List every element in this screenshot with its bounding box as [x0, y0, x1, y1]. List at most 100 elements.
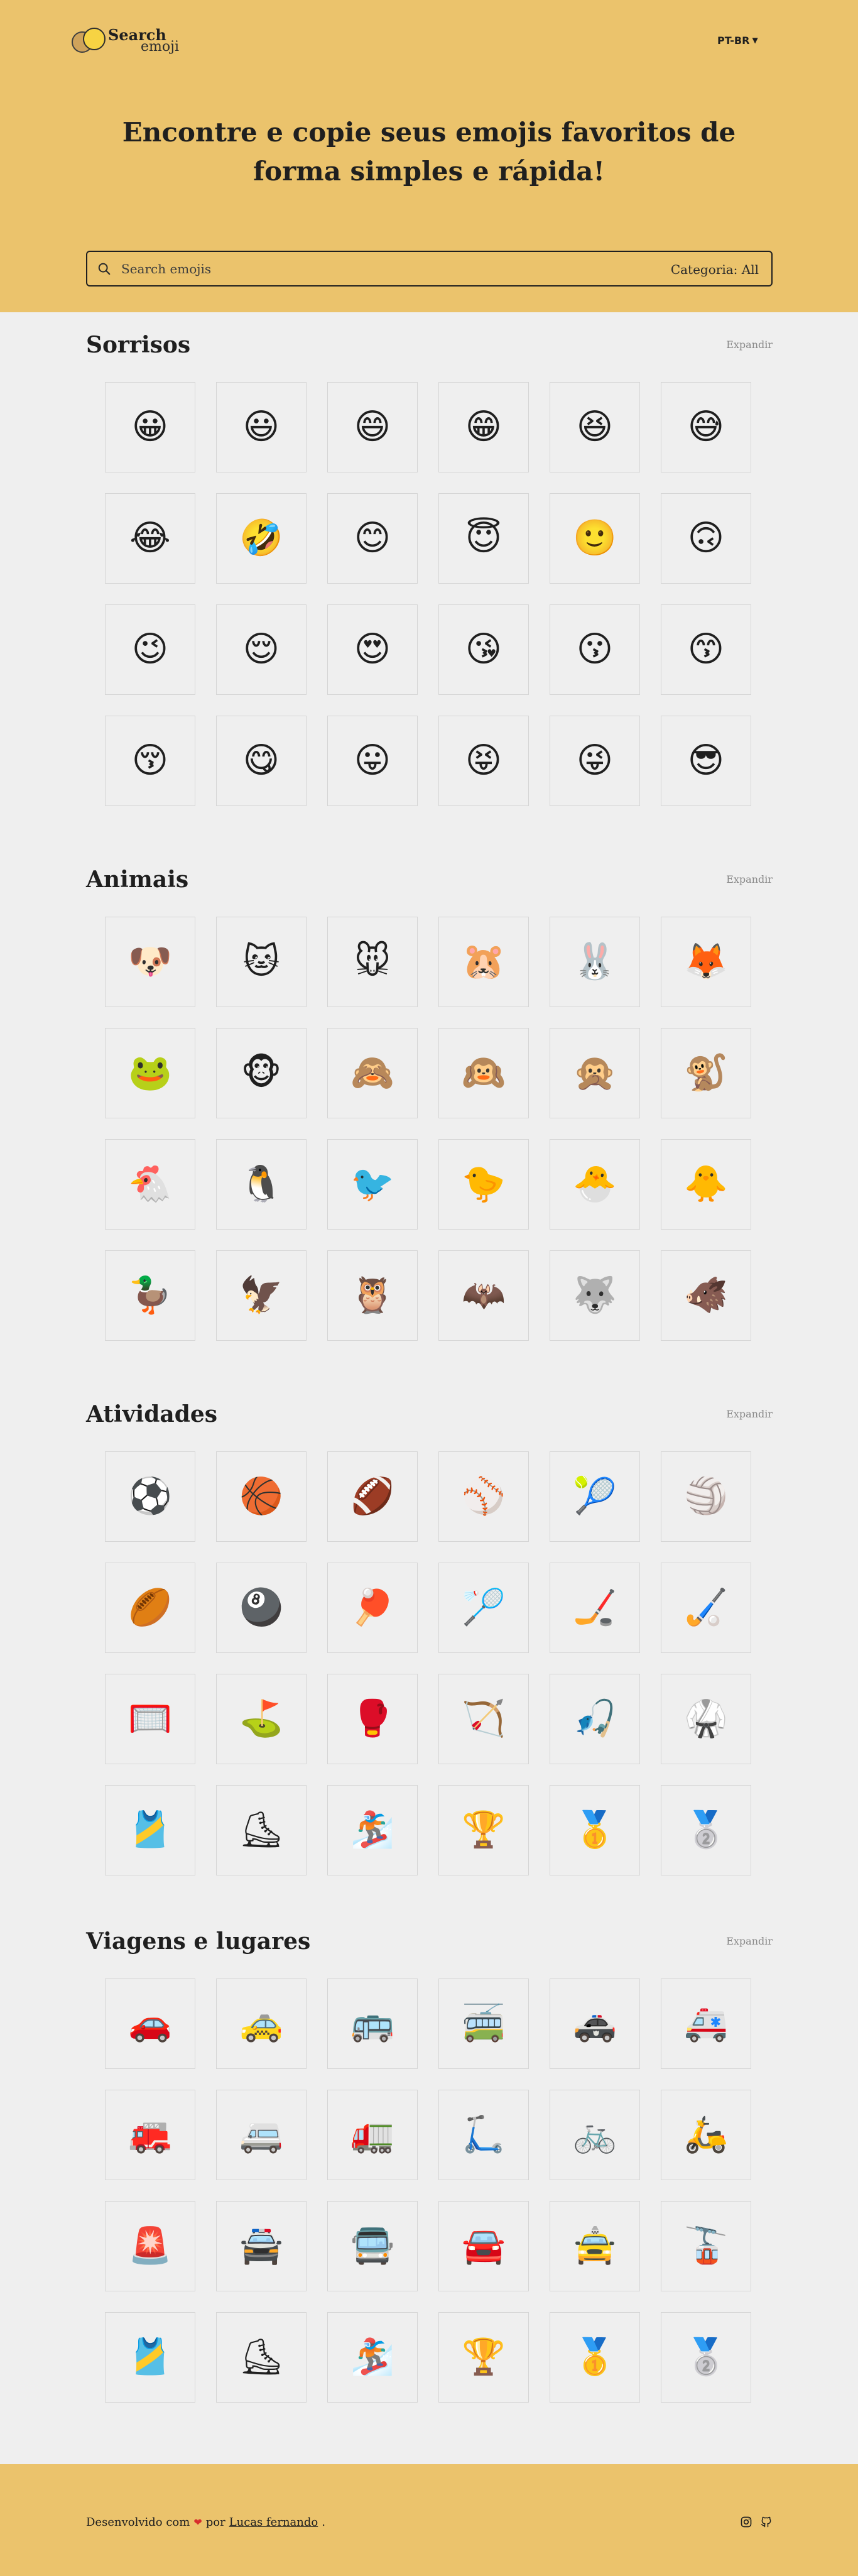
emoji-tile[interactable]: 🥈	[661, 1785, 751, 1875]
emoji-tile[interactable]: 🐱	[216, 917, 307, 1007]
search-input[interactable]	[121, 258, 498, 280]
emoji-tile[interactable]: 🐰	[550, 917, 640, 1007]
emoji-tile[interactable]: 😍	[327, 604, 418, 695]
emoji-tile[interactable]: 🐦	[327, 1139, 418, 1230]
emoji-tile[interactable]: 🎾	[550, 1451, 640, 1542]
emoji-tile[interactable]: 🏹	[438, 1674, 529, 1764]
emoji-tile[interactable]: 😙	[661, 604, 751, 695]
emoji-tile[interactable]: 🏂	[327, 1785, 418, 1875]
emoji-tile[interactable]: 🐭	[327, 917, 418, 1007]
github-icon[interactable]	[760, 2516, 773, 2528]
emoji-tile[interactable]: 🚗	[105, 1978, 195, 2069]
emoji-tile[interactable]: 🏀	[216, 1451, 307, 1542]
emoji-tile[interactable]: 🚕	[216, 1978, 307, 2069]
emoji-tile[interactable]: 🐤	[438, 1139, 529, 1230]
emoji-tile[interactable]: 🦅	[216, 1250, 307, 1341]
emoji-tile[interactable]: 🚐	[216, 2090, 307, 2180]
emoji-tile[interactable]: 😀	[105, 382, 195, 472]
emoji-tile[interactable]: 🦆	[105, 1250, 195, 1341]
emoji-tile[interactable]: 🏂	[327, 2312, 418, 2403]
emoji-tile[interactable]: 🥊	[327, 1674, 418, 1764]
expand-link[interactable]: Expandir	[726, 873, 773, 885]
emoji-tile[interactable]: 🏒	[550, 1563, 640, 1653]
emoji-tile[interactable]: 🐣	[550, 1139, 640, 1230]
emoji-tile[interactable]: 😋	[216, 716, 307, 806]
emoji-tile[interactable]: 🙂	[550, 493, 640, 584]
emoji-tile[interactable]: 🙉	[438, 1028, 529, 1118]
emoji-tile[interactable]: 🐗	[661, 1250, 751, 1341]
emoji-tile[interactable]: 😌	[216, 604, 307, 695]
emoji-tile[interactable]: 🥅	[105, 1674, 195, 1764]
language-selector[interactable]: PT-BR ▼	[717, 34, 758, 46]
emoji-tile[interactable]: 🥇	[550, 2312, 640, 2403]
emoji-tile[interactable]: ⛳	[216, 1674, 307, 1764]
emoji-tile[interactable]: 🐔	[105, 1139, 195, 1230]
emoji-tile[interactable]: ⚽	[105, 1451, 195, 1542]
emoji-tile[interactable]: 🚍	[327, 2201, 418, 2291]
emoji-tile[interactable]: 😇	[438, 493, 529, 584]
emoji-tile[interactable]: 😜	[550, 716, 640, 806]
emoji-tile[interactable]: 🐧	[216, 1139, 307, 1230]
emoji-tile[interactable]: 🚑	[661, 1978, 751, 2069]
emoji-tile[interactable]: 😅	[661, 382, 751, 472]
emoji-tile[interactable]: 🛵	[661, 2090, 751, 2180]
emoji-tile[interactable]: 🐸	[105, 1028, 195, 1118]
emoji-tile[interactable]: 😗	[550, 604, 640, 695]
emoji-tile[interactable]: 🚨	[105, 2201, 195, 2291]
emoji-tile[interactable]: ⛸	[216, 2312, 307, 2403]
emoji-tile[interactable]: 🎱	[216, 1563, 307, 1653]
emoji-tile[interactable]: ⛸	[216, 1785, 307, 1875]
emoji-tile[interactable]: 🏈	[327, 1451, 418, 1542]
emoji-tile[interactable]: 🙊	[550, 1028, 640, 1118]
category-select[interactable]: Categoria: All	[671, 262, 759, 277]
emoji-tile[interactable]: 🦇	[438, 1250, 529, 1341]
emoji-tile[interactable]: 😆	[550, 382, 640, 472]
emoji-tile[interactable]: 😁	[438, 382, 529, 472]
emoji-tile[interactable]: 🚔	[216, 2201, 307, 2291]
expand-link[interactable]: Expandir	[726, 339, 773, 351]
search-bar[interactable]: Categoria: All	[86, 251, 773, 287]
emoji-tile[interactable]: 🏸	[438, 1563, 529, 1653]
emoji-tile[interactable]: 😘	[438, 604, 529, 695]
author-link[interactable]: Lucas fernando	[229, 2516, 318, 2529]
emoji-tile[interactable]: 😉	[105, 604, 195, 695]
emoji-tile[interactable]: 🚡	[661, 2201, 751, 2291]
emoji-tile[interactable]: 🥈	[661, 2312, 751, 2403]
logo[interactable]: Search emoji	[70, 25, 183, 58]
emoji-tile[interactable]: 😂	[105, 493, 195, 584]
instagram-icon[interactable]	[740, 2516, 752, 2528]
emoji-tile[interactable]: 😚	[105, 716, 195, 806]
emoji-tile[interactable]: 🏐	[661, 1451, 751, 1542]
emoji-tile[interactable]: 🦉	[327, 1250, 418, 1341]
emoji-tile[interactable]: 😃	[216, 382, 307, 472]
emoji-tile[interactable]: 🚓	[550, 1978, 640, 2069]
emoji-tile[interactable]: 🥇	[550, 1785, 640, 1875]
emoji-tile[interactable]: 🚖	[550, 2201, 640, 2291]
emoji-tile[interactable]: 🚘	[438, 2201, 529, 2291]
emoji-tile[interactable]: ⚾	[438, 1451, 529, 1542]
emoji-tile[interactable]: 🙃	[661, 493, 751, 584]
emoji-tile[interactable]: 😄	[327, 382, 418, 472]
emoji-tile[interactable]: 🦊	[661, 917, 751, 1007]
emoji-tile[interactable]: 🐒	[661, 1028, 751, 1118]
emoji-tile[interactable]: 🥋	[661, 1674, 751, 1764]
emoji-tile[interactable]: 🙈	[327, 1028, 418, 1118]
emoji-tile[interactable]: 😛	[327, 716, 418, 806]
emoji-tile[interactable]: 🏆	[438, 2312, 529, 2403]
emoji-tile[interactable]: 🐵	[216, 1028, 307, 1118]
emoji-tile[interactable]: 😊	[327, 493, 418, 584]
emoji-tile[interactable]: 🤣	[216, 493, 307, 584]
emoji-tile[interactable]: 🐹	[438, 917, 529, 1007]
emoji-tile[interactable]: 🏓	[327, 1563, 418, 1653]
emoji-tile[interactable]: 🚲	[550, 2090, 640, 2180]
emoji-tile[interactable]: 😝	[438, 716, 529, 806]
emoji-tile[interactable]: 🎽	[105, 1785, 195, 1875]
emoji-tile[interactable]: 🚛	[327, 2090, 418, 2180]
expand-link[interactable]: Expandir	[726, 1935, 773, 1947]
emoji-tile[interactable]: 🛴	[438, 2090, 529, 2180]
emoji-tile[interactable]: 😎	[661, 716, 751, 806]
emoji-tile[interactable]: 🐺	[550, 1250, 640, 1341]
emoji-tile[interactable]: 🏉	[105, 1563, 195, 1653]
emoji-tile[interactable]: 🚎	[438, 1978, 529, 2069]
emoji-tile[interactable]: 🎣	[550, 1674, 640, 1764]
